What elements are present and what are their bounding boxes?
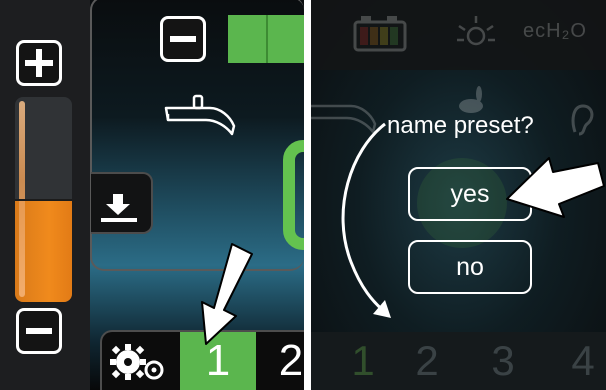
pointer-arrow (201, 243, 253, 345)
right-screen: ecH₂O name preset? yes no 1 2 3 4 (311, 0, 606, 390)
left-screen: 1 2 (0, 0, 304, 390)
pointer-arrow (506, 157, 605, 218)
